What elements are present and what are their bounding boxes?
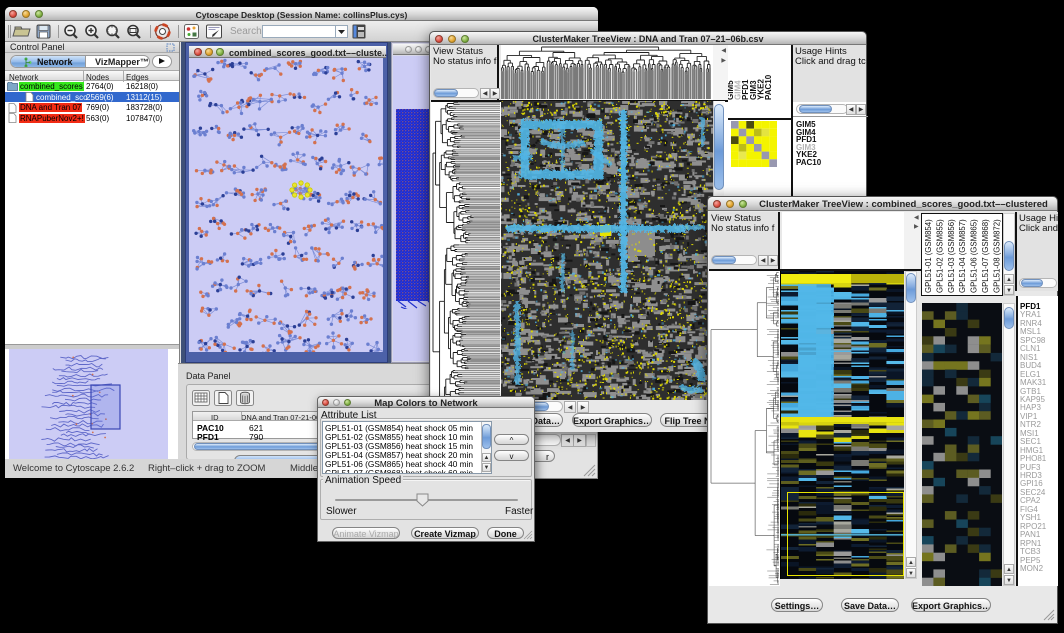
- svg-text:GPL51-02 (GSM855): GPL51-02 (GSM855): [935, 219, 944, 293]
- svg-text:GPL51-07 (GSM868): GPL51-07 (GSM868): [981, 219, 990, 293]
- svg-text:GPL51-04 (GSM857): GPL51-04 (GSM857): [958, 219, 967, 293]
- svg-text:GPL51-01 (GSM854): GPL51-01 (GSM854): [924, 219, 933, 293]
- svg-text:GPL51-08 (GSM872): GPL51-08 (GSM872): [992, 219, 1001, 293]
- svg-text:GPL51-06 (GSM865): GPL51-06 (GSM865): [970, 219, 979, 293]
- svg-text:PAC10: PAC10: [764, 74, 773, 100]
- svg-text:GPL51-03 (GSM856): GPL51-03 (GSM856): [947, 219, 956, 293]
- svg-text:Search:: Search:: [230, 26, 264, 37]
